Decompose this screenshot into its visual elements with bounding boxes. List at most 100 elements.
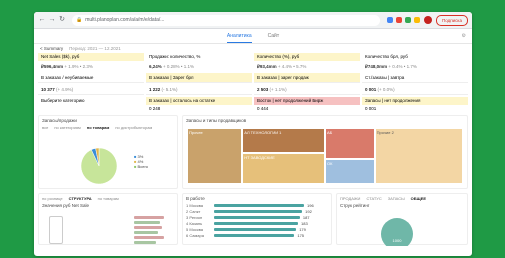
bottom-right-tabs: ПРОДАЖИ СТАТУС ЗАПАСЫ ОБЩЕЕ	[337, 194, 467, 201]
tab-stock-none[interactable]: Запасы | нет продолжения	[362, 97, 468, 105]
bottom-tab[interactable]: ПРОДАЖИ	[340, 196, 360, 201]
bar-fill	[214, 222, 299, 225]
pie-tab[interactable]: по категориям	[54, 125, 80, 130]
bar-fill	[214, 228, 297, 231]
tab-stock-left[interactable]: В заказах | осталось на остатке	[146, 97, 252, 105]
tile-value: 6,24% + 0.28% • 1.1%	[149, 64, 195, 69]
summary-title[interactable]: < Summary	[40, 46, 63, 51]
tab-analytics[interactable]: Аналитика	[226, 30, 252, 43]
pie-panel-title: Запасы/продажи	[42, 118, 77, 123]
bar-list: 1 Москва 196 2 Санкт 192 3 Регион 187 4 Казань…	[183, 203, 331, 238]
scroll-widget[interactable]	[49, 216, 63, 244]
bottom-tab[interactable]: по товарам	[98, 196, 119, 201]
bar-row[interactable]: 1 Москва 196	[186, 203, 328, 208]
tile-label: Количество (%), руб	[254, 53, 360, 61]
extension-icon[interactable]	[413, 17, 420, 23]
stripe	[134, 226, 162, 229]
subscribe-button[interactable]: Подписка	[435, 14, 468, 26]
treemap-block[interactable]: НТ ЗАВОДСКИЕ	[242, 153, 325, 184]
forward-icon[interactable]: →	[48, 16, 56, 24]
address-bar[interactable]: 🔒 multi.planoplan.com/a/a/m/e/data/...	[72, 14, 380, 26]
treemap-block[interactable]: Прочие 2	[374, 128, 463, 184]
bar-value: 179	[299, 227, 306, 232]
bar-label: 3 Регион	[186, 215, 203, 220]
stripe	[134, 236, 164, 239]
category-title: Выберите категорию	[41, 98, 85, 103]
tile-label: Количество брл, руб	[365, 54, 408, 59]
treemap: Прочее АЛ ТЕХНОЛОГИИ 1 НТ ЗАВОДСКИЕ АБ О…	[187, 128, 463, 184]
category-values: 0 248 0 444 0 001	[34, 105, 472, 113]
pie-tab[interactable]: по товарам	[87, 125, 110, 130]
bar-row[interactable]: 5 Москва 179	[186, 227, 328, 232]
bar-label: 1 Москва	[186, 203, 203, 208]
bar-fill	[214, 204, 304, 207]
charts-row: Запасы/продажи все по категориям по това…	[34, 113, 472, 191]
bottom-tab[interactable]: СТАТУС	[366, 196, 381, 201]
pie-tab[interactable]: все	[42, 125, 48, 130]
settings-icon[interactable]: ⚙	[462, 33, 466, 39]
bar-fill	[214, 210, 303, 213]
treemap-block[interactable]: Прочее	[187, 128, 243, 184]
treemap-block[interactable]: ОК	[325, 158, 375, 184]
bottom-mid-title: В работе	[186, 196, 205, 201]
tab-value: 0 444	[257, 106, 269, 111]
kpi-value: 1 222 (- 5.1%)	[146, 85, 252, 95]
legend-item: ■ Всего	[134, 164, 149, 169]
tab-no-continuation[interactable]: Восток | нет продолжений Бирж	[254, 97, 360, 105]
kpi-label: В заказах | зарег продаж	[254, 73, 360, 83]
tile-value: ₽596,4mm + 1.9% • 2.3%	[41, 64, 93, 69]
bottom-right-panel: ПРОДАЖИ СТАТУС ЗАПАСЫ ОБЩЕЕ Струк рейтин…	[336, 193, 468, 246]
bottom-left-panel: по рознице СТРУКТУРА по товарам Значения…	[38, 193, 178, 245]
kpi-label: В заказах | Зарег брл	[146, 73, 252, 83]
pie-panel-tabs: все по категориям по товарам по дистрибь…	[39, 125, 177, 130]
kpi-label: Ст./заказы | завтра	[362, 73, 468, 83]
bar-fill	[214, 234, 295, 237]
bar-label: 5 Москва	[186, 227, 203, 232]
extension-icon[interactable]	[404, 17, 411, 23]
reload-icon[interactable]: ↻	[58, 16, 66, 24]
bottom-left-tabs: по рознице СТРУКТУРА по товарам	[39, 194, 177, 201]
bottom-tab[interactable]: по рознице	[42, 196, 63, 201]
treemap-title: Запасы и типы продавщиков	[186, 118, 247, 123]
tile-value: ₽93,4mm + 4.4% • 5.7%	[257, 64, 307, 69]
tile-label: Net Sales ($k), руб	[38, 53, 144, 61]
bottom-tab[interactable]: ЗАПАСЫ	[388, 196, 405, 201]
pie-panel: Запасы/продажи все по категориям по това…	[38, 115, 178, 189]
bottom-tab[interactable]: ОБЩЕЕ	[411, 196, 426, 201]
bar-row[interactable]: 4 Казань 183	[186, 221, 328, 226]
donut-chart: 1000	[381, 218, 413, 246]
back-icon[interactable]: ←	[38, 16, 46, 24]
bar-label: 6 Самара	[186, 233, 204, 238]
extension-icon[interactable]	[395, 17, 402, 23]
bar-value: 183	[301, 221, 308, 226]
treemap-block[interactable]: АБ	[325, 128, 375, 159]
tile-value: ₽748,0mm + 0.4% • 1.7%	[365, 64, 417, 69]
lock-icon: 🔒	[76, 17, 83, 23]
bar-row[interactable]: 2 Санкт 192	[186, 209, 328, 214]
url-text: multi.planoplan.com/a/a/m/e/data/...	[85, 17, 165, 23]
bar-row[interactable]: 3 Регион 187	[186, 215, 328, 220]
bar-value: 192	[305, 209, 312, 214]
pie-legend: ■ 3% ■ 4% ■ Всего	[134, 154, 148, 169]
donut-value: 1000	[393, 238, 403, 243]
tab-value: 0 248	[149, 106, 161, 111]
extension-icon[interactable]	[386, 17, 393, 23]
summary-meta: Период: 2021 — 12.2021	[69, 46, 121, 51]
account-avatar[interactable]	[423, 16, 432, 24]
bar-fill	[214, 216, 300, 219]
tab-value: 0 001	[365, 106, 377, 111]
tile-label: Продажи: количество, %	[149, 54, 201, 59]
browser-window: ← → ↻ 🔒 multi.planoplan.com/a/a/m/e/data…	[34, 12, 472, 256]
category-tabbar: Выберите категорию В заказах | осталось …	[34, 97, 472, 105]
stripe	[134, 221, 160, 224]
treemap-panel: Запасы и типы продавщиков Прочее АЛ ТЕХН…	[182, 115, 468, 189]
bottom-tab[interactable]: СТРУКТУРА	[69, 196, 92, 201]
top-tiles: Net Sales ($k), руб Продажи: количество,…	[34, 53, 472, 71]
bar-label: 4 Казань	[186, 221, 203, 226]
pie-tab[interactable]: по дистрибьюторам	[115, 125, 152, 130]
treemap-block[interactable]: АЛ ТЕХНОЛОГИИ 1	[242, 128, 325, 154]
tab-site[interactable]: Сайт	[268, 30, 280, 42]
bar-row[interactable]: 6 Самара 175	[186, 233, 328, 238]
bottom-right-title: Струк рейтинг	[340, 203, 370, 208]
